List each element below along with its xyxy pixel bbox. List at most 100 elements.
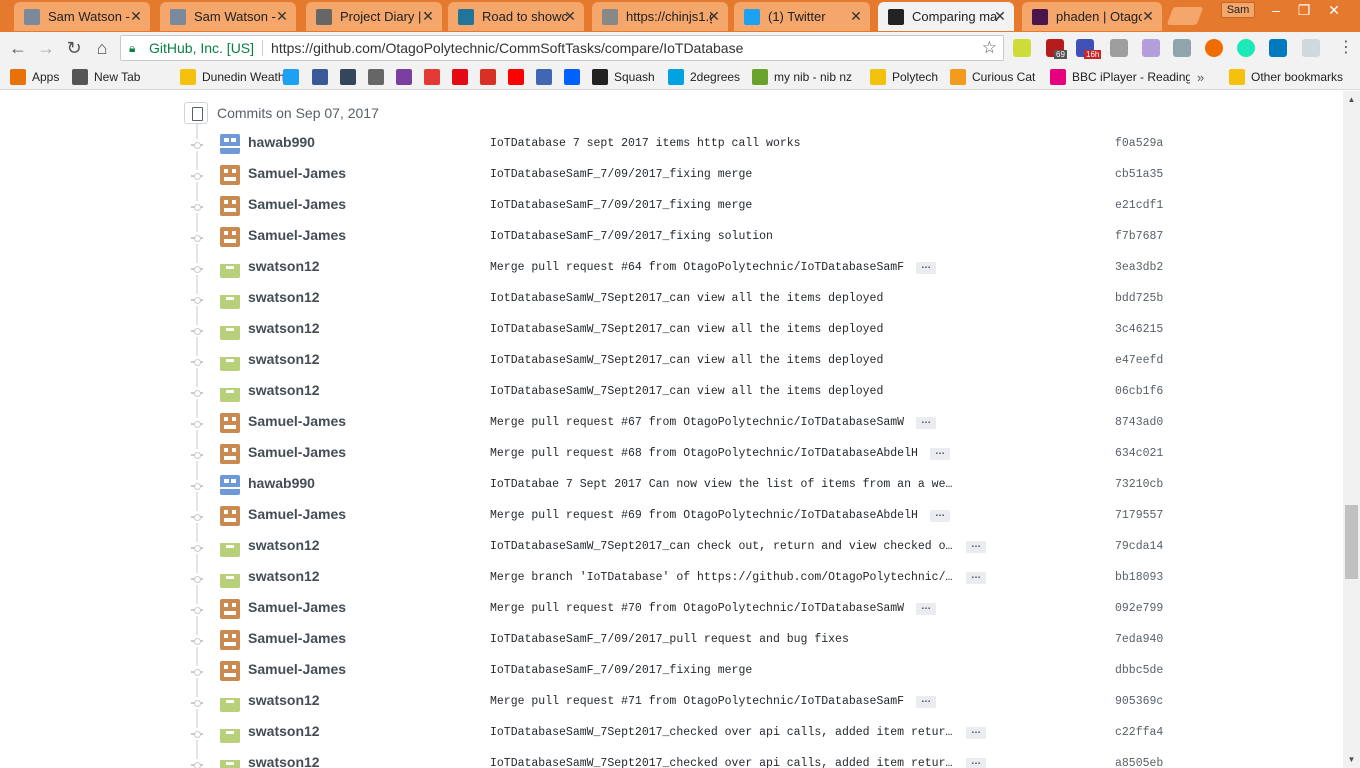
commit-sha-link[interactable]: e47eefd (1115, 354, 1163, 367)
extension-icon[interactable] (1142, 39, 1160, 57)
menu-icon[interactable]: ⋮ (1338, 37, 1354, 57)
avatar[interactable] (220, 692, 240, 712)
avatar[interactable] (220, 134, 240, 154)
commit-message-link[interactable]: IoTDatabase 7 sept 2017 items http call … (490, 137, 801, 150)
commit-message-link[interactable]: Merge pull request #71 from OtagoPolytec… (490, 695, 904, 708)
avatar[interactable] (220, 537, 240, 557)
commit-message-link[interactable]: Merge pull request #70 from OtagoPolytec… (490, 602, 904, 615)
expand-message-button[interactable]: … (916, 602, 936, 615)
commit-sha-link[interactable]: f0a529a (1115, 137, 1163, 150)
other-bookmarks-folder[interactable]: Other bookmarks (1229, 68, 1343, 86)
profile-button[interactable]: Sam (1221, 2, 1255, 18)
bookmark-item[interactable] (480, 68, 496, 86)
close-tab-icon[interactable]: ✕ (848, 8, 864, 24)
browser-tab[interactable]: Comparing mas ✕ (878, 2, 1014, 31)
avatar[interactable] (220, 165, 240, 185)
expand-message-button[interactable]: … (916, 695, 936, 708)
bookmark-item[interactable]: Squash (592, 68, 655, 86)
scroll-up-icon[interactable]: ▲ (1343, 91, 1360, 108)
commit-author-link[interactable]: Samuel-James (248, 630, 346, 646)
new-tab-button[interactable] (1166, 7, 1204, 25)
address-bar[interactable]: 🔒︎ GitHub, Inc. [US] https://github.com/… (120, 35, 1004, 61)
home-icon[interactable]: ⌂ (90, 37, 114, 59)
avatar[interactable] (220, 630, 240, 650)
browser-tab[interactable]: Sam Watson - O✕ (14, 2, 150, 31)
commit-author-link[interactable]: swatson12 (248, 723, 320, 739)
bookmark-item[interactable] (424, 68, 440, 86)
commit-message-link[interactable]: IoTDatabaseSamW_7Sept2017_can view all t… (490, 354, 883, 367)
commit-sha-link[interactable]: 634c021 (1115, 447, 1163, 460)
bookmark-item[interactable]: Curious Cat (950, 68, 1035, 86)
commit-message-link[interactable]: IoTDatabaseSamW_7Sept2017_checked over a… (490, 757, 954, 768)
trello-icon[interactable] (1269, 39, 1287, 57)
commit-sha-link[interactable]: 3ea3db2 (1115, 261, 1163, 274)
extension-icon[interactable] (1205, 39, 1223, 57)
bookmark-item[interactable]: my nib - nib nz (752, 68, 852, 86)
browser-tab[interactable]: (1) Twitter ✕ (734, 2, 870, 31)
bookmark-item[interactable] (312, 68, 328, 86)
avatar[interactable] (220, 258, 240, 278)
url-text[interactable]: https://github.com/OtagoPolytechnic/Comm… (271, 40, 743, 56)
commit-author-link[interactable]: Samuel-James (248, 196, 346, 212)
commit-author-link[interactable]: Samuel-James (248, 599, 346, 615)
commit-message-link[interactable]: IotDatabaseSamW_7Sept2017_can view all t… (490, 292, 883, 305)
commit-message-link[interactable]: IoTDatabaseSamW_7Sept2017_checked over a… (490, 726, 954, 739)
commit-message-link[interactable]: IoTDatabaseSamW_7Sept2017_can view all t… (490, 323, 883, 336)
commit-message-link[interactable]: IoTDatabaseSamF_7/09/2017_fixing merge (490, 664, 752, 677)
bookmark-item[interactable] (283, 68, 299, 86)
browser-tab[interactable]: Project Diary | T ✕ (306, 2, 442, 31)
avatar[interactable] (220, 289, 240, 309)
expand-message-button[interactable]: … (916, 261, 936, 274)
commit-message-link[interactable]: Merge pull request #69 from OtagoPolytec… (490, 509, 918, 522)
commit-sha-link[interactable]: 092e799 (1115, 602, 1163, 615)
close-tab-icon[interactable]: ✕ (420, 8, 436, 24)
forward-icon[interactable]: → (34, 37, 58, 59)
close-tab-icon[interactable]: ✕ (992, 8, 1008, 24)
commit-message-link[interactable]: Merge pull request #67 from OtagoPolytec… (490, 416, 904, 429)
back-icon[interactable]: ← (6, 37, 30, 59)
commit-message-link[interactable]: IoTDatabaseSamF_7/09/2017_fixing merge (490, 168, 752, 181)
avatar[interactable] (220, 196, 240, 216)
bookmark-item[interactable]: 2degrees (668, 68, 740, 86)
commit-message-link[interactable]: IoTDatabaseSamW_7Sept2017_can view all t… (490, 385, 883, 398)
commit-author-link[interactable]: Samuel-James (248, 227, 346, 243)
bookmark-item[interactable] (536, 68, 552, 86)
bookmark-item[interactable] (340, 68, 356, 86)
commit-author-link[interactable]: swatson12 (248, 754, 320, 768)
bookmark-item[interactable] (564, 68, 580, 86)
cast-icon[interactable] (1173, 39, 1191, 57)
commit-author-link[interactable]: Samuel-James (248, 444, 346, 460)
commit-message-link[interactable]: Merge branch 'IoTDatabase' of https://gi… (490, 571, 954, 584)
close-window-icon[interactable]: ✕ (1320, 0, 1348, 20)
more-bookmarks-button[interactable]: » (1197, 68, 1204, 86)
expand-message-button[interactable]: … (930, 447, 950, 460)
commit-sha-link[interactable]: 73210cb (1115, 478, 1163, 491)
commit-author-link[interactable]: swatson12 (248, 351, 320, 367)
expand-message-button[interactable]: … (966, 540, 986, 553)
vertical-scrollbar[interactable]: ▲ ▼ (1343, 91, 1360, 768)
browser-tab[interactable]: phaden | Otago ✕ (1022, 2, 1162, 31)
bookmark-item[interactable]: Dunedin Weather (180, 68, 295, 86)
browser-tab[interactable]: Road to showca ✕ (448, 2, 584, 31)
commit-sha-link[interactable]: f7b7687 (1115, 230, 1163, 243)
commit-sha-link[interactable]: 79cda14 (1115, 540, 1163, 553)
avatar[interactable] (220, 382, 240, 402)
commit-author-link[interactable]: Samuel-James (248, 165, 346, 181)
commit-message-link[interactable]: IoTDatabaseSamF_7/09/2017_pull request a… (490, 633, 849, 646)
avatar[interactable] (220, 320, 240, 340)
browser-tab[interactable]: Sam Watson - O✕ (160, 2, 296, 31)
commit-author-link[interactable]: Samuel-James (248, 661, 346, 677)
commit-sha-link[interactable]: e21cdf1 (1115, 199, 1163, 212)
avatar[interactable] (220, 754, 240, 768)
commit-author-link[interactable]: hawab990 (248, 134, 315, 150)
extension-icon[interactable] (1013, 39, 1031, 57)
close-tab-icon[interactable]: ✕ (274, 8, 290, 24)
browser-tab[interactable]: https://chinjs1.g ✕ (592, 2, 728, 31)
commit-author-link[interactable]: swatson12 (248, 289, 320, 305)
commit-sha-link[interactable]: 3c46215 (1115, 323, 1163, 336)
commit-author-link[interactable]: swatson12 (248, 537, 320, 553)
minimize-icon[interactable]: ‒ (1262, 0, 1290, 20)
bookmark-star-icon[interactable]: ☆ (982, 38, 997, 58)
commit-author-link[interactable]: swatson12 (248, 568, 320, 584)
bookmark-item[interactable] (368, 68, 384, 86)
